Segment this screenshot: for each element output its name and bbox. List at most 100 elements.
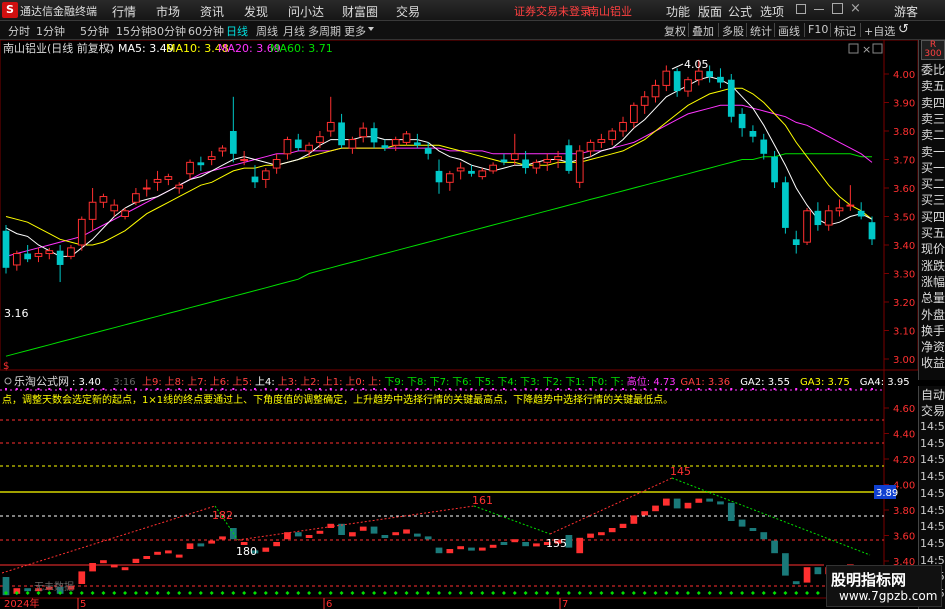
candle-down — [251, 176, 259, 183]
kline-chart[interactable]: 4.00 3.90 3.80 3.70 3.60 3.50 3.40 3.30 3.20 3.10… — [0, 40, 945, 609]
top-dot — [481, 388, 484, 390]
diamond-dot — [740, 591, 745, 595]
quote-item[interactable]: 买二 — [920, 176, 945, 192]
top-dot — [80, 388, 83, 390]
candle-up — [597, 139, 606, 143]
tab-multi-period[interactable]: 多周期 — [308, 23, 341, 39]
diamond-dot — [426, 591, 431, 595]
quote-item[interactable]: 卖四 — [920, 95, 945, 111]
auto-label[interactable]: 自动 — [920, 386, 945, 403]
indicator-settings-icon[interactable] — [4, 377, 12, 385]
candle-up — [207, 156, 216, 160]
add-watchlist-button[interactable]: +自选 — [862, 23, 897, 39]
chevron-down-icon[interactable] — [368, 27, 374, 31]
quote-item[interactable]: 外盘 — [920, 307, 945, 323]
close-icon[interactable]: × — [850, 1, 861, 16]
top-dot — [91, 388, 94, 390]
multi-stock-button[interactable]: 多股 — [720, 23, 746, 39]
quote-item[interactable]: 买三 — [920, 192, 945, 208]
tab-more[interactable]: 更多 — [344, 23, 366, 39]
overlay-button[interactable]: 叠加 — [690, 23, 716, 39]
f10-button[interactable]: F10 — [806, 23, 830, 36]
window-icon[interactable] — [796, 4, 806, 14]
menu-trade[interactable]: 交易 — [396, 3, 420, 20]
top-dot — [221, 388, 224, 390]
maximize-icon[interactable] — [832, 3, 843, 14]
indicator-candle-up — [262, 547, 270, 552]
diamond-dot — [772, 591, 777, 595]
tab-15min[interactable]: 15分钟 — [116, 23, 152, 39]
candle-down — [338, 122, 345, 146]
tab-30min[interactable]: 30分钟 — [150, 23, 186, 39]
quote-item[interactable]: 换手 — [920, 323, 945, 339]
quote-item[interactable]: 委比 — [920, 62, 945, 78]
top-dot — [416, 388, 419, 390]
quote-item[interactable]: 卖二 — [920, 127, 945, 143]
candle-down — [738, 113, 746, 129]
candle-up — [824, 210, 833, 226]
quote-item[interactable]: 涨跌 — [920, 258, 945, 274]
candle-down — [857, 210, 865, 217]
candle-up — [489, 164, 497, 172]
top-dot — [26, 388, 29, 390]
menu-formula[interactable]: 公式 — [728, 3, 752, 20]
menu-news[interactable]: 资讯 — [200, 3, 224, 20]
guest-label[interactable]: 游客 — [894, 3, 918, 20]
menu-layout[interactable]: 版面 — [698, 3, 722, 20]
indicator-legend-item: 上0: — [345, 376, 365, 388]
mark-button[interactable]: 标记 — [832, 23, 858, 39]
quote-item[interactable]: 买一 — [920, 160, 945, 176]
diamond-dot — [393, 591, 398, 595]
candle-up — [240, 159, 249, 161]
top-dot — [838, 388, 841, 390]
quote-item[interactable]: 卖五 — [920, 78, 945, 94]
indicator-candle-down — [760, 532, 768, 540]
menu-discover[interactable]: 发现 — [244, 3, 268, 20]
statistics-button[interactable]: 统计 — [748, 23, 774, 39]
back-arrow-icon[interactable]: ↺ — [898, 22, 909, 37]
quote-item[interactable]: 买四 — [920, 209, 945, 225]
trade-label[interactable]: 交易 — [920, 402, 945, 419]
login-notice[interactable]: 证券交易未登录 — [514, 3, 591, 19]
minimize-icon[interactable] — [814, 9, 824, 10]
quote-item[interactable]: 净资 — [920, 339, 945, 355]
close-panel-icon[interactable]: × — [862, 43, 871, 56]
tab-monthly[interactable]: 月线 — [283, 23, 305, 39]
diamond-dot — [750, 591, 755, 595]
tab-weekly[interactable]: 周线 — [256, 23, 278, 39]
indicator-legend-item: 上9: — [142, 376, 162, 388]
r-badge[interactable]: R 300 — [921, 40, 945, 60]
quote-item[interactable]: 买五 — [920, 225, 945, 241]
top-dot — [264, 388, 267, 390]
menu-market-board[interactable]: 市场 — [156, 3, 180, 20]
draw-line-button[interactable]: 画线 — [776, 23, 802, 39]
tab-60min[interactable]: 60分钟 — [188, 23, 224, 39]
diamond-dot — [350, 591, 355, 595]
diamond-dot — [761, 591, 766, 595]
top-dot — [546, 388, 549, 390]
tab-1min[interactable]: 1分钟 — [36, 23, 65, 39]
quote-item[interactable]: 卖三 — [920, 111, 945, 127]
tab-daily[interactable]: 日线 — [226, 23, 248, 39]
quote-item[interactable]: 卖一 — [920, 144, 945, 160]
quote-item[interactable]: 现价 — [920, 241, 945, 257]
candle-up — [803, 210, 811, 243]
menu-function[interactable]: 功能 — [666, 3, 690, 20]
indicator-legend-item: 上4: — [255, 376, 275, 388]
quote-item[interactable]: 总量 — [920, 290, 945, 306]
top-dot — [134, 388, 137, 390]
quote-item[interactable]: 涨幅 — [920, 274, 945, 290]
trade-time-item: 14:5 — [920, 503, 945, 517]
quote-item[interactable]: 收益 — [920, 355, 945, 371]
adjust-button[interactable]: 复权 — [662, 23, 688, 39]
menu-market[interactable]: 行情 — [112, 3, 136, 20]
indicator-tick-label: 4.20 — [893, 455, 915, 466]
menu-options[interactable]: 选项 — [760, 3, 784, 20]
tab-5min[interactable]: 5分钟 — [80, 23, 109, 39]
top-dot — [827, 388, 830, 390]
candle-up — [186, 161, 194, 175]
menu-ask[interactable]: 问小达 — [288, 3, 324, 20]
tab-timeshare[interactable]: 分时 — [8, 23, 30, 39]
menu-wealth[interactable]: 财富圈 — [342, 3, 378, 20]
candle-up — [532, 161, 541, 169]
